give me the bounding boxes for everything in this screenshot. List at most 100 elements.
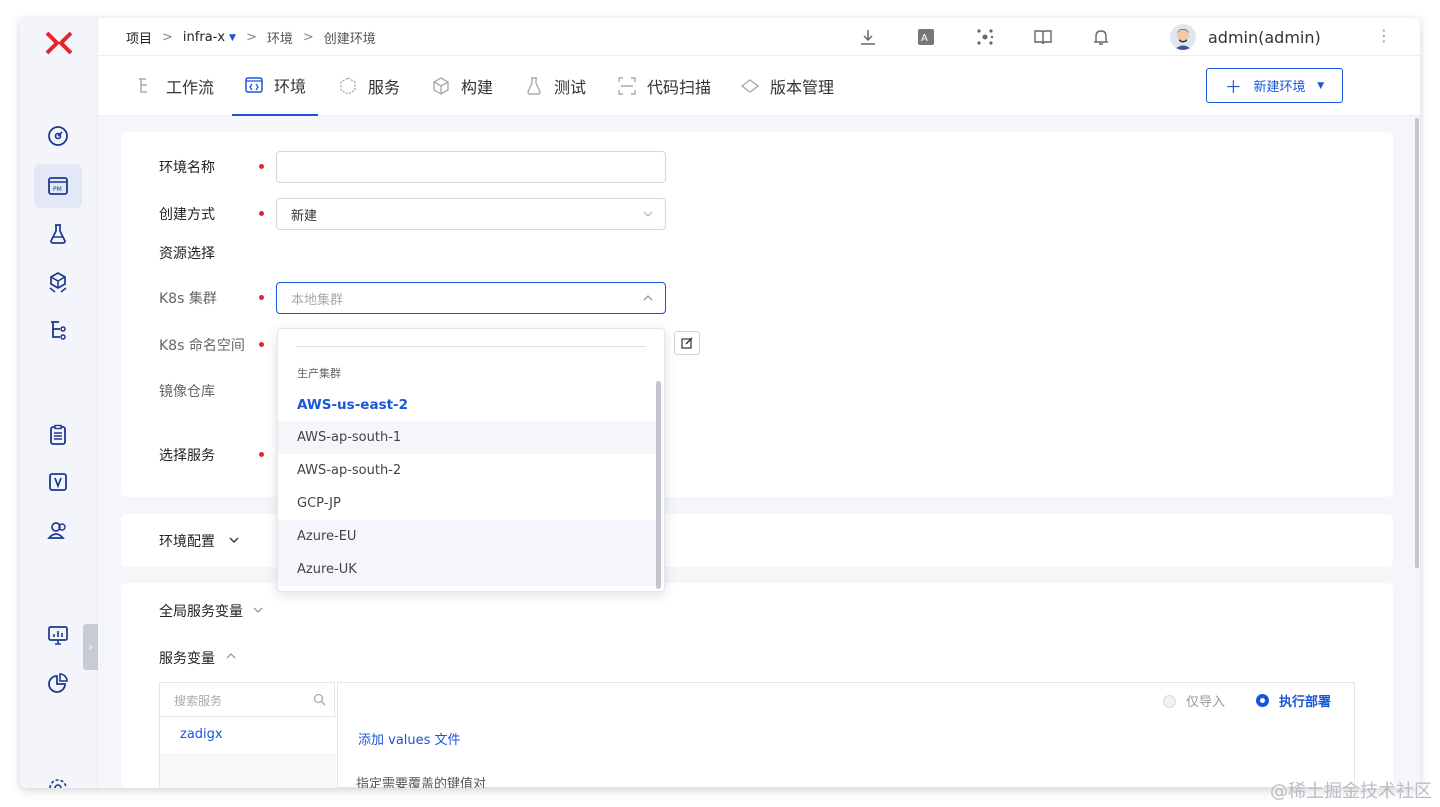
service-icon — [340, 77, 356, 95]
more-menu-icon[interactable]: ⋮ — [1376, 26, 1392, 45]
chevron-down-icon — [643, 211, 653, 217]
service-list-empty — [160, 755, 336, 788]
service-search-input[interactable]: 搜索服务 — [160, 683, 336, 717]
docs-icon[interactable] — [1033, 27, 1053, 47]
import-only-radio[interactable] — [1163, 695, 1176, 708]
edit-icon — [681, 337, 693, 349]
breadcrumb-separator: > — [245, 30, 257, 45]
new-environment-button[interactable]: ＋ 新建环境 ▼ — [1206, 68, 1343, 103]
k8s-namespace-label: K8s 命名空间 — [159, 338, 245, 354]
cluster-option[interactable]: AWS-ap-south-2 — [278, 454, 658, 487]
project-management-icon[interactable]: PM — [34, 164, 82, 208]
test-center-icon[interactable] — [34, 212, 82, 256]
plus-icon: ＋ — [1224, 78, 1242, 98]
service-vars-label[interactable]: 服务变量 — [159, 648, 215, 668]
notification-bell-icon[interactable] — [1091, 27, 1111, 47]
dropdown-scrollbar[interactable] — [656, 381, 661, 589]
create-mode-select[interactable]: 新建 — [276, 198, 666, 230]
settings-icon[interactable] — [34, 766, 82, 788]
k8s-cluster-placeholder: 本地集群 — [291, 292, 344, 308]
breadcrumb-separator: > — [162, 30, 173, 45]
tab-build[interactable]: 构建 — [431, 56, 493, 116]
k8s-cluster-dropdown: 生产集群 AWS-us-east-2 AWS-ap-south-1 AWS-ap… — [277, 328, 665, 592]
tab-environment[interactable]: 环境 — [232, 56, 319, 116]
create-mode-value: 新建 — [291, 208, 318, 224]
language-icon[interactable]: A — [916, 27, 936, 47]
tab-service[interactable]: 服务 — [338, 56, 400, 116]
artifact-icon[interactable] — [34, 260, 82, 304]
env-config-label[interactable]: 环境配置 — [159, 531, 215, 551]
add-values-file-link[interactable]: 添加 values 文件 — [358, 729, 461, 748]
project-dropdown-caret-icon[interactable]: ▼ — [229, 33, 236, 43]
chevron-down-icon[interactable] — [228, 534, 240, 546]
env-name-label: 环境名称 — [159, 160, 215, 176]
breadcrumb-env[interactable]: 环境 — [267, 28, 293, 47]
required-mark — [259, 342, 264, 347]
environment-icon — [245, 77, 263, 93]
required-mark — [259, 452, 264, 457]
cluster-option[interactable]: Azure-EU — [278, 520, 658, 553]
page-scrollbar[interactable] — [1415, 118, 1419, 568]
test-icon — [527, 77, 541, 95]
build-icon — [433, 77, 449, 95]
tab-label: 工作流 — [166, 78, 215, 97]
avatar — [1170, 24, 1196, 50]
scan-icon — [618, 77, 636, 95]
user-menu[interactable]: admin(admin) — [1170, 24, 1321, 50]
release-plan-icon[interactable] — [34, 413, 82, 457]
breadcrumb-project[interactable]: infra-x — [183, 30, 225, 45]
required-mark — [259, 211, 264, 216]
tab-code-scan[interactable]: 代码扫描 — [617, 56, 711, 116]
service-vars-panel: 仅导入 执行部署 添加 values 文件 指定需要覆盖的键值对 — [337, 682, 1355, 788]
tab-label: 代码扫描 — [647, 78, 712, 97]
k8s-cluster-select[interactable]: 本地集群 — [276, 282, 666, 314]
download-icon[interactable] — [858, 27, 878, 47]
import-only-label[interactable]: 仅导入 — [1186, 691, 1225, 710]
tab-test[interactable]: 测试 — [524, 56, 586, 116]
cluster-option[interactable]: GCP-JP — [278, 487, 658, 520]
service-list-panel: 搜索服务 zadigx — [159, 682, 336, 788]
sidebar-collapse-toggle[interactable]: › — [83, 624, 98, 670]
zadig-logo[interactable] — [44, 30, 74, 56]
tab-version[interactable]: 版本管理 — [740, 56, 834, 116]
chevron-up-icon — [643, 295, 653, 301]
top-bar: 项目 > infra-x ▼ > 环境 > 创建环境 A admin(admin… — [98, 18, 1420, 56]
watermark: @稀土掘金技术社区 — [1270, 781, 1432, 802]
new-environment-label: 新建环境 — [1253, 80, 1306, 95]
chevron-down-icon[interactable] — [252, 604, 264, 616]
version-center-icon[interactable] — [34, 460, 82, 504]
workflow-sidebar-icon[interactable] — [34, 308, 82, 352]
registry-label: 镜像仓库 — [159, 384, 215, 400]
chevron-up-icon[interactable] — [225, 650, 237, 662]
users-icon[interactable] — [34, 508, 82, 552]
tab-workflow[interactable]: 工作流 — [136, 56, 214, 116]
tab-label: 环境 — [274, 77, 307, 96]
dropdown-group-label: 生产集群 — [297, 367, 341, 380]
required-mark — [259, 295, 264, 300]
tab-label: 版本管理 — [770, 78, 835, 97]
cluster-option[interactable]: Azure-UK — [278, 553, 658, 586]
dashboard-icon[interactable] — [34, 114, 82, 158]
create-mode-label: 创建方式 — [159, 207, 215, 223]
svg-text:A: A — [921, 33, 928, 44]
caret-down-icon: ▼ — [1317, 80, 1325, 91]
breadcrumb-root[interactable]: 项目 — [126, 28, 152, 47]
env-name-input[interactable] — [276, 151, 666, 183]
service-list-item[interactable]: zadigx — [160, 717, 336, 755]
statistics-icon[interactable] — [34, 661, 82, 705]
version-icon — [740, 79, 760, 93]
override-hint: 指定需要覆盖的键值对 — [356, 777, 487, 788]
plugins-icon[interactable] — [975, 27, 995, 47]
resource-section-label: 资源选择 — [159, 246, 215, 262]
svg-text:PM: PM — [53, 186, 62, 193]
cluster-option[interactable]: AWS-ap-south-1 — [278, 421, 658, 454]
edit-namespace-button[interactable] — [674, 331, 700, 355]
global-vars-label[interactable]: 全局服务变量 — [159, 601, 243, 621]
required-mark — [259, 164, 264, 169]
select-service-label: 选择服务 — [159, 448, 215, 464]
deploy-radio[interactable] — [1256, 694, 1269, 707]
cluster-option[interactable]: AWS-us-east-2 — [278, 388, 658, 421]
data-overview-icon[interactable] — [34, 613, 82, 657]
deploy-label[interactable]: 执行部署 — [1279, 691, 1331, 710]
user-name[interactable]: admin(admin) — [1208, 28, 1321, 47]
